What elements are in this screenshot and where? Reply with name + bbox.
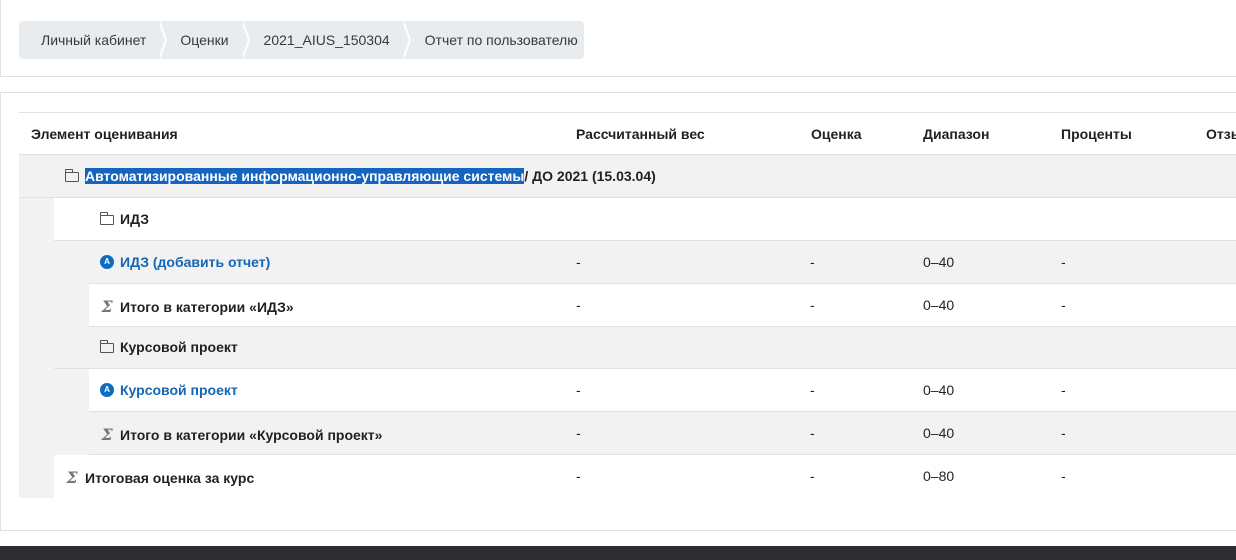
item-label: Итого в категории «ИДЗ» [120,298,294,315]
header-feedback: Отзы [1206,126,1236,142]
course-name-selected: Автоматизированные информационно-управля… [85,168,525,184]
item-cell: Σ Итоговая оценка за курс [65,468,254,487]
sigma-icon: Σ [101,297,113,316]
page-footer [0,546,1236,560]
header-item: Элемент оценивания [31,126,178,142]
category-label: Курсовой проект [120,339,238,355]
table-row-course-total: Σ Итоговая оценка за курс - - 0–80 - [54,455,1236,498]
weight-cell: - [576,297,581,313]
weight-cell: - [576,382,581,398]
percent-cell: - [1061,297,1066,313]
sigma-icon: Σ [66,468,78,487]
grade-cell: - [810,425,815,441]
category-label: ИДЗ [120,211,149,227]
grade-cell: - [810,382,815,398]
breadcrumb-item-grades[interactable]: Оценки [160,21,250,59]
breadcrumb-item-user-report: Отчет по пользователю [404,21,584,59]
category-cell: Курсовой проект [100,339,238,355]
table-header: Элемент оценивания Рассчитанный вес Оцен… [19,112,1236,155]
range-cell: 0–40 [923,425,955,441]
grade-cell: - [810,297,815,313]
percent-cell: - [1061,382,1066,398]
range-cell: 0–40 [923,382,955,398]
range-cell: 0–80 [923,468,955,484]
header-grade: Оценка [811,126,862,142]
percent-cell: - [1061,468,1066,484]
item-cell: A ИДЗ (добавить отчет) [100,254,270,270]
breadcrumb-item-dashboard[interactable]: Личный кабинет [19,21,168,59]
breadcrumb-label: Оценки [180,32,229,48]
indent-bar-outer [19,198,54,498]
range-cell: 0–40 [923,254,955,270]
table-row: A Курсовой проект - - 0–40 - [89,369,1236,412]
course-name-cell: Автоматизированные информационно-управля… [65,168,656,184]
table-row-category: Курсовой проект [54,327,1236,369]
item-link[interactable]: Курсовой проект [120,382,238,398]
table-row-course: Автоматизированные информационно-управля… [19,155,1236,198]
table-row-total: Σ Итого в категории «ИДЗ» - - 0–40 - [89,284,1236,327]
item-cell: Σ Итого в категории «ИДЗ» [100,297,294,316]
table-row-total: Σ Итого в категории «Курсовой проект» - … [89,412,1236,455]
breadcrumb-label: 2021_AIUS_150304 [263,32,390,48]
grade-cell: - [810,468,815,484]
breadcrumb: Личный кабинет Оценки 2021_AIUS_150304 О… [19,21,584,59]
table-row: A ИДЗ (добавить отчет) - - 0–40 - [89,241,1236,284]
weight-cell: - [576,468,581,484]
percent-cell: - [1061,425,1066,441]
breadcrumb-item-course[interactable]: 2021_AIUS_150304 [243,21,411,59]
item-link[interactable]: ИДЗ (добавить отчет) [120,254,270,270]
percent-cell: - [1061,254,1066,270]
weight-cell: - [576,425,581,441]
item-cell: A Курсовой проект [100,382,238,398]
header-percent: Проценты [1061,126,1132,142]
indent-bar-project [54,369,89,455]
table-row-category: ИДЗ [54,198,1236,241]
header-range: Диапазон [923,126,990,142]
weight-cell: - [576,254,581,270]
grade-cell: - [810,254,815,270]
assignment-icon: A [100,255,114,269]
item-label: Итого в категории «Курсовой проект» [120,426,383,443]
sigma-icon: Σ [101,425,113,444]
breadcrumb-label: Личный кабинет [41,32,147,48]
folder-icon [100,212,114,225]
course-name-rest: / ДО 2021 (15.03.04) [524,168,656,184]
assignment-icon: A [100,383,114,397]
range-cell: 0–40 [923,297,955,313]
item-cell: Σ Итого в категории «Курсовой проект» [100,425,382,444]
breadcrumb-label: Отчет по пользователю [424,32,578,48]
folder-icon [65,169,79,182]
item-label: Итоговая оценка за курс [85,469,255,486]
folder-icon [100,340,114,353]
header-weight: Рассчитанный вес [576,126,705,142]
category-cell: ИДЗ [100,211,149,227]
indent-bar-idz [54,241,89,327]
